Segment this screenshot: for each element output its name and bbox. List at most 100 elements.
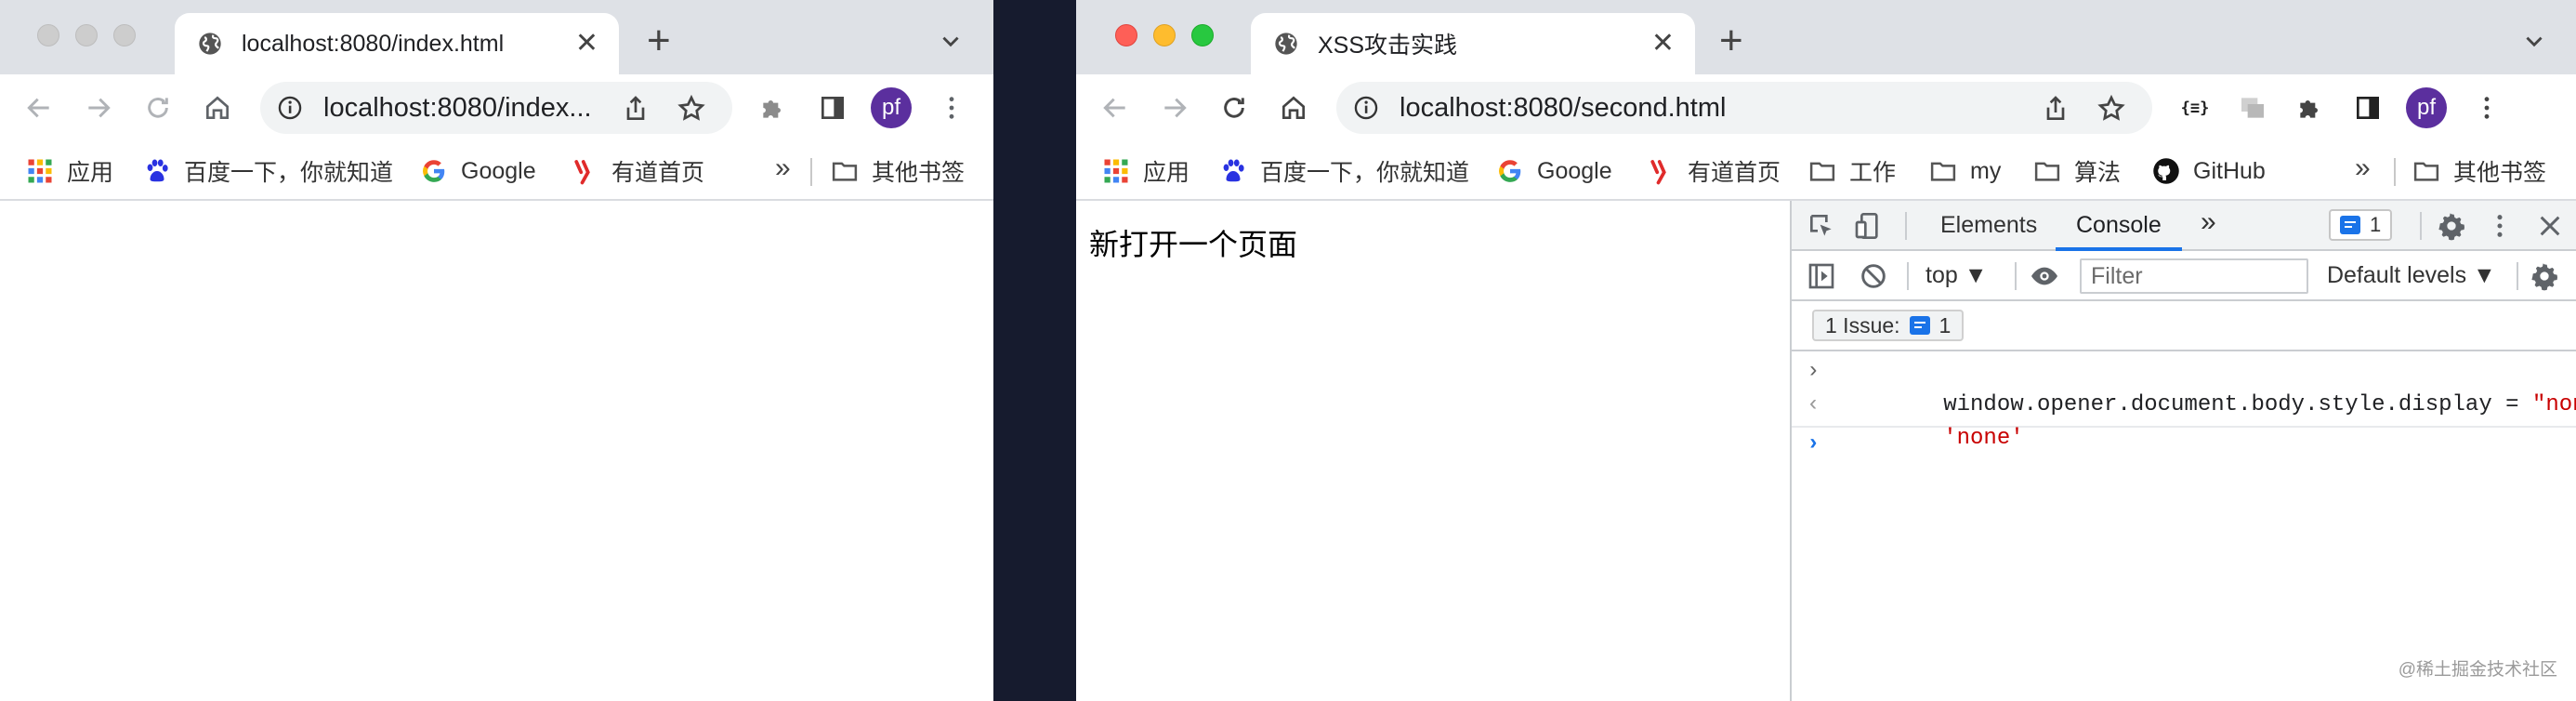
message-icon	[2340, 216, 2360, 234]
close-icon[interactable]	[2535, 211, 2565, 241]
bookmark-folder-algorithm[interactable]: 算法	[2033, 154, 2121, 188]
close-window-button[interactable]	[37, 24, 59, 46]
info-icon[interactable]	[1353, 95, 1379, 121]
bookmark-label: 百度一下，你就知道	[1260, 160, 1470, 186]
bookmark-folder-my[interactable]: my	[1929, 154, 2001, 188]
tab-console[interactable]: Console	[2076, 212, 2162, 239]
bookmark-label: 其他书签	[2453, 160, 2547, 186]
share-icon[interactable]	[2041, 94, 2070, 124]
kebab-menu-icon[interactable]	[2485, 211, 2515, 241]
toolbar-divider	[2420, 212, 2422, 240]
forward-button[interactable]	[1156, 89, 1193, 126]
tab-elements[interactable]: Elements	[1940, 212, 2037, 239]
translate-extension-button[interactable]	[2234, 89, 2271, 126]
watermark: @稀土掘金技术社区	[2398, 660, 2557, 680]
star-icon[interactable]	[677, 94, 706, 124]
toolbar-divider	[1905, 212, 1907, 240]
google-g-icon	[1499, 160, 1521, 182]
console-output: › window.opener.document.body.style.displ…	[1792, 351, 2576, 461]
tab-index[interactable]: localhost:8080/index.html ✕	[175, 13, 619, 74]
bookmark-google[interactable]: Google	[420, 154, 536, 188]
console-prompt[interactable]: ›	[1792, 428, 2576, 461]
issues-count-button[interactable]: 1 Issue: 1	[1812, 310, 1965, 341]
side-panel-button[interactable]	[2349, 89, 2386, 126]
zoom-window-button[interactable]	[1191, 24, 1214, 46]
profile-avatar[interactable]: pf	[2406, 87, 2447, 128]
issues-badge[interactable]: 1	[2329, 209, 2393, 241]
desktop-background	[993, 0, 1076, 701]
bookmark-github[interactable]: GitHub	[2152, 154, 2266, 188]
bookmark-label: Google	[1537, 157, 1612, 184]
other-bookmarks[interactable]: 其他书签	[2412, 154, 2546, 188]
bookmark-label: Google	[461, 157, 536, 184]
extensions-button[interactable]	[2292, 89, 2329, 126]
context-selector[interactable]: top ▼	[1925, 262, 1987, 289]
minimize-window-button[interactable]	[1153, 24, 1176, 46]
new-tab-button[interactable]: +	[1719, 20, 1743, 61]
folder-icon	[832, 162, 858, 181]
console-settings-gear-icon[interactable]	[2530, 261, 2559, 291]
tab-close-icon[interactable]: ✕	[1651, 30, 1675, 58]
bookmark-baidu[interactable]: 百度一下，你就知道	[1219, 154, 1469, 188]
new-tab-button[interactable]: +	[647, 20, 671, 61]
address-bar[interactable]: localhost:8080/second.html	[1336, 82, 2152, 134]
bookmarks-overflow-button[interactable]: »	[775, 152, 791, 184]
arrow-left-icon	[1103, 98, 1125, 118]
gear-icon[interactable]	[2437, 211, 2466, 241]
info-icon[interactable]	[277, 95, 303, 121]
bookmark-label: 工作	[1849, 160, 1897, 186]
json-extension-button[interactable]: {≡}	[2176, 89, 2214, 126]
bookmark-apps[interactable]: 应用	[26, 154, 113, 188]
tab-close-icon[interactable]: ✕	[575, 30, 598, 58]
close-window-button[interactable]	[1115, 24, 1137, 46]
forward-button[interactable]	[80, 89, 117, 126]
url-text[interactable]: localhost:8080/second.html	[1400, 93, 2013, 124]
inspect-element-icon[interactable]	[1807, 211, 1836, 241]
profile-avatar[interactable]: pf	[871, 87, 912, 128]
bookmark-apps[interactable]: 应用	[1102, 154, 1189, 188]
home-button[interactable]	[199, 89, 236, 126]
share-icon[interactable]	[621, 94, 651, 124]
sidebar-toggle-icon[interactable]	[1807, 261, 1836, 291]
reload-button[interactable]	[139, 89, 177, 126]
tab-xss[interactable]: XSS攻击实践 ✕	[1251, 13, 1695, 74]
bookmarks-overflow-button[interactable]: »	[2355, 152, 2371, 184]
chevron-down-icon[interactable]	[2522, 30, 2546, 54]
bookmark-google[interactable]: Google	[1496, 154, 1612, 188]
folder-icon	[2413, 162, 2439, 181]
star-icon[interactable]	[2096, 94, 2126, 124]
device-toolbar-icon[interactable]	[1853, 211, 1883, 241]
menu-button[interactable]	[933, 89, 970, 126]
puzzle-icon	[2300, 100, 2318, 118]
zoom-window-button[interactable]	[113, 24, 136, 46]
minimize-window-button[interactable]	[75, 24, 98, 46]
clear-console-icon[interactable]	[1859, 261, 1888, 291]
back-button[interactable]	[20, 89, 58, 126]
more-tabs-button[interactable]: »	[2201, 206, 2216, 238]
url-text[interactable]: localhost:8080/index...	[323, 93, 598, 124]
bookmark-label: 有道首页	[1688, 160, 1781, 186]
menu-button[interactable]	[2468, 89, 2505, 126]
result-chevron-icon: ‹	[1807, 392, 1820, 417]
apps-grid-icon	[28, 159, 52, 183]
issues-bar: 1 Issue: 1	[1792, 301, 2576, 351]
side-panel-button[interactable]	[814, 89, 851, 126]
address-bar[interactable]: localhost:8080/index...	[260, 82, 732, 134]
bookmark-youdao[interactable]: 有道首页	[1647, 154, 1781, 188]
devtools-tab-bar: Elements Console » 1	[1792, 201, 2576, 251]
log-levels-dropdown[interactable]: Default levels ▼	[2327, 262, 2496, 289]
globe-icon	[199, 33, 221, 55]
eye-icon[interactable]	[2030, 261, 2059, 291]
bookmark-folder-work[interactable]: 工作	[1808, 154, 1896, 188]
chevron-down-icon[interactable]	[939, 30, 963, 54]
bookmark-youdao[interactable]: 有道首页	[571, 154, 704, 188]
reload-button[interactable]	[1216, 89, 1253, 126]
filter-input[interactable]	[2080, 258, 2308, 294]
other-bookmarks[interactable]: 其他书签	[831, 154, 965, 188]
back-button[interactable]	[1097, 89, 1134, 126]
arrow-left-icon	[27, 98, 49, 118]
home-button[interactable]	[1275, 89, 1312, 126]
extensions-button[interactable]	[755, 89, 792, 126]
bookmark-baidu[interactable]: 百度一下，你就知道	[143, 154, 393, 188]
apps-grid-icon	[1104, 159, 1128, 183]
